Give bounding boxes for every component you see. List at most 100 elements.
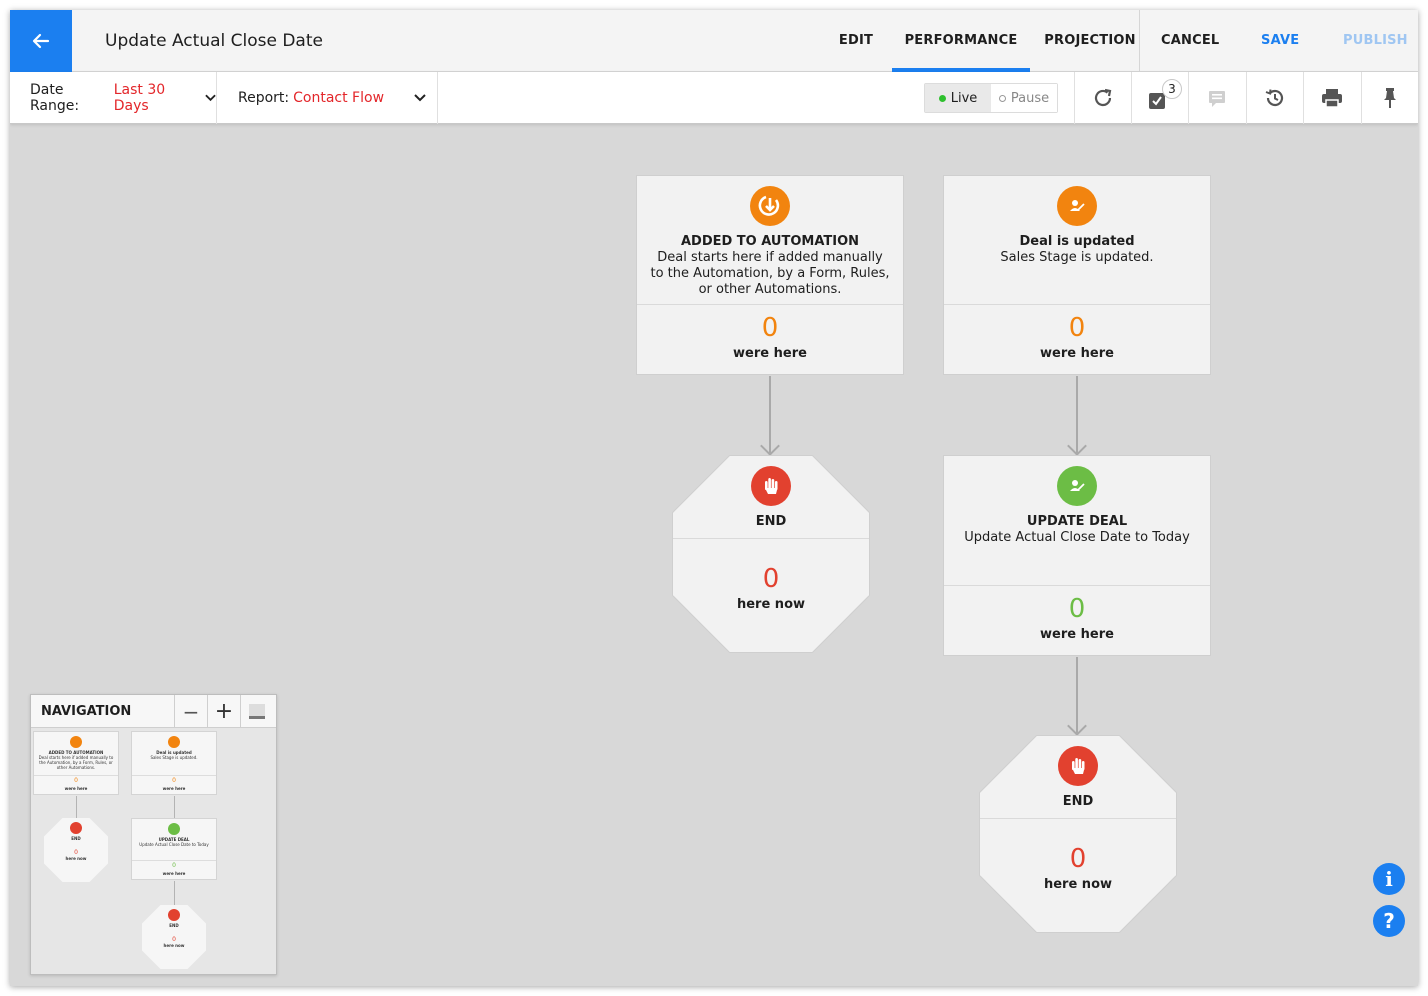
tab-projection[interactable]: PROJECTION xyxy=(1030,10,1150,72)
mini-count: 0 xyxy=(172,862,176,869)
mini-connector xyxy=(174,881,175,905)
flow-canvas[interactable]: ADDED TO AUTOMATION Deal starts here if … xyxy=(10,125,1418,986)
navigation-header: NAVIGATION − + xyxy=(31,695,276,728)
mini-entry-icon xyxy=(70,736,82,748)
pause-dot-icon xyxy=(998,94,1006,102)
navigation-title: NAVIGATION xyxy=(41,704,132,719)
node-count: 0 xyxy=(1068,313,1086,343)
trigger-deal-updated[interactable]: Deal is updated Sales Stage is updated. … xyxy=(943,175,1211,375)
action-update-deal[interactable]: UPDATE DEAL Update Actual Close Date to … xyxy=(943,455,1211,656)
tab-performance[interactable]: PERFORMANCE xyxy=(892,10,1030,72)
node-count: 0 xyxy=(1069,844,1087,874)
live-label: Live xyxy=(950,90,978,106)
mini-stop-icon xyxy=(168,909,180,921)
navigation-panel: NAVIGATION − + ADDED TO AUTOMATION Deal … xyxy=(30,694,277,975)
date-range-dropdown[interactable]: Date Range: Last 30 Days xyxy=(30,72,216,124)
connector-arrow-icon xyxy=(1067,436,1087,456)
mini-count-label: here now xyxy=(65,856,87,861)
info-button[interactable]: i xyxy=(1373,863,1405,895)
node-divider xyxy=(980,818,1176,819)
node-count-label: here now xyxy=(1043,877,1113,892)
publish-button[interactable]: PUBLISH xyxy=(1343,10,1408,72)
collapse-navigation-button[interactable] xyxy=(240,695,273,728)
toolbar-separator xyxy=(216,72,217,124)
notes-button[interactable] xyxy=(1188,72,1245,124)
top-bar: Update Actual Close Date EDIT PERFORMANC… xyxy=(10,10,1418,72)
pin-button[interactable] xyxy=(1361,72,1418,124)
date-range-value: Last 30 Days xyxy=(113,82,166,114)
tab-edit[interactable]: EDIT xyxy=(820,10,892,72)
node-count-label: were here xyxy=(1040,627,1114,642)
mini-title: END xyxy=(169,923,179,928)
live-option[interactable]: Live xyxy=(925,84,991,112)
mini-edit-icon xyxy=(168,736,180,748)
edit-deal-icon xyxy=(1057,186,1097,226)
mini-desc: Deal starts here if added manually to th… xyxy=(38,755,114,770)
mini-desc: Sales Stage is updated. xyxy=(150,755,198,760)
node-description: Sales Stage is updated. xyxy=(1000,250,1154,265)
node-description: Deal starts here if added manually to th… xyxy=(650,250,890,297)
node-count: 0 xyxy=(762,564,780,594)
mini-divider xyxy=(132,860,216,861)
pin-icon xyxy=(1384,88,1396,108)
mini-count-label: were here xyxy=(162,786,186,791)
node-count-label: were here xyxy=(733,346,807,361)
history-button[interactable] xyxy=(1246,72,1303,124)
node-title: Deal is updated xyxy=(1019,234,1135,249)
back-button[interactable] xyxy=(10,10,72,72)
node-title: END xyxy=(1062,794,1094,809)
zoom-out-button[interactable]: − xyxy=(174,695,207,728)
refresh-icon xyxy=(1094,88,1112,107)
mini-count-label: here now xyxy=(163,943,185,948)
mini-count: 0 xyxy=(74,777,78,784)
node-count: 0 xyxy=(1068,594,1086,624)
mini-count-label: were here xyxy=(64,786,88,791)
entry-arrow-icon xyxy=(750,186,790,226)
mini-count: 0 xyxy=(172,936,176,943)
mini-count-label: were here xyxy=(162,871,186,876)
connector-arrow-icon xyxy=(1067,716,1087,736)
live-pause-toggle: Live Pause xyxy=(924,83,1058,113)
minimap-update-deal: UPDATE DEAL Update Actual Close Date to … xyxy=(131,818,217,880)
chevron-down-icon xyxy=(414,94,426,102)
mini-connector xyxy=(76,796,77,818)
stop-hand-icon xyxy=(1058,746,1098,786)
print-button[interactable] xyxy=(1303,72,1360,124)
refresh-button[interactable] xyxy=(1074,72,1131,124)
mini-divider xyxy=(132,775,216,776)
comment-icon xyxy=(1209,91,1225,107)
mini-edit-icon xyxy=(168,823,180,835)
save-button[interactable]: SAVE xyxy=(1261,10,1299,72)
report-value: Contact Flow xyxy=(293,90,385,106)
history-icon xyxy=(1265,89,1284,107)
end-node-right[interactable]: END 0 here now xyxy=(980,736,1176,932)
help-button[interactable]: ? xyxy=(1373,905,1405,937)
minimap[interactable]: ADDED TO AUTOMATION Deal starts here if … xyxy=(31,729,276,974)
print-icon xyxy=(1322,89,1342,108)
cancel-button[interactable]: CANCEL xyxy=(1161,10,1219,72)
date-range-label: Date Range: xyxy=(30,82,80,114)
mini-count: 0 xyxy=(172,777,176,784)
toolbar-separator xyxy=(437,72,438,124)
stop-hand-icon xyxy=(751,466,791,506)
node-divider xyxy=(673,538,869,539)
mini-divider xyxy=(34,775,118,776)
app-window: Update Actual Close Date EDIT PERFORMANC… xyxy=(10,10,1418,986)
zoom-in-button[interactable]: + xyxy=(207,695,240,728)
minimap-trigger-2: Deal is updated Sales Stage is updated. … xyxy=(131,731,217,795)
connector-arrow-icon xyxy=(760,436,780,456)
report-dropdown[interactable]: Report: Contact Flow xyxy=(238,72,428,124)
mini-connector xyxy=(174,796,175,818)
node-description: Update Actual Close Date to Today xyxy=(964,530,1190,545)
node-title: ADDED TO AUTOMATION xyxy=(680,234,860,249)
page-title: Update Actual Close Date xyxy=(105,31,323,51)
trigger-added-to-automation[interactable]: ADDED TO AUTOMATION Deal starts here if … xyxy=(636,175,904,375)
report-label: Report: xyxy=(238,90,290,106)
arrow-left-icon xyxy=(32,33,50,49)
tasks-badge: 3 xyxy=(1162,79,1182,99)
tasks-button[interactable]: 3 xyxy=(1131,72,1188,124)
pause-option[interactable]: Pause xyxy=(991,84,1057,112)
toolbar: Date Range: Last 30 Days Report: Contact… xyxy=(10,72,1418,124)
end-node-left[interactable]: END 0 here now xyxy=(673,456,869,652)
top-divider xyxy=(1139,10,1140,72)
